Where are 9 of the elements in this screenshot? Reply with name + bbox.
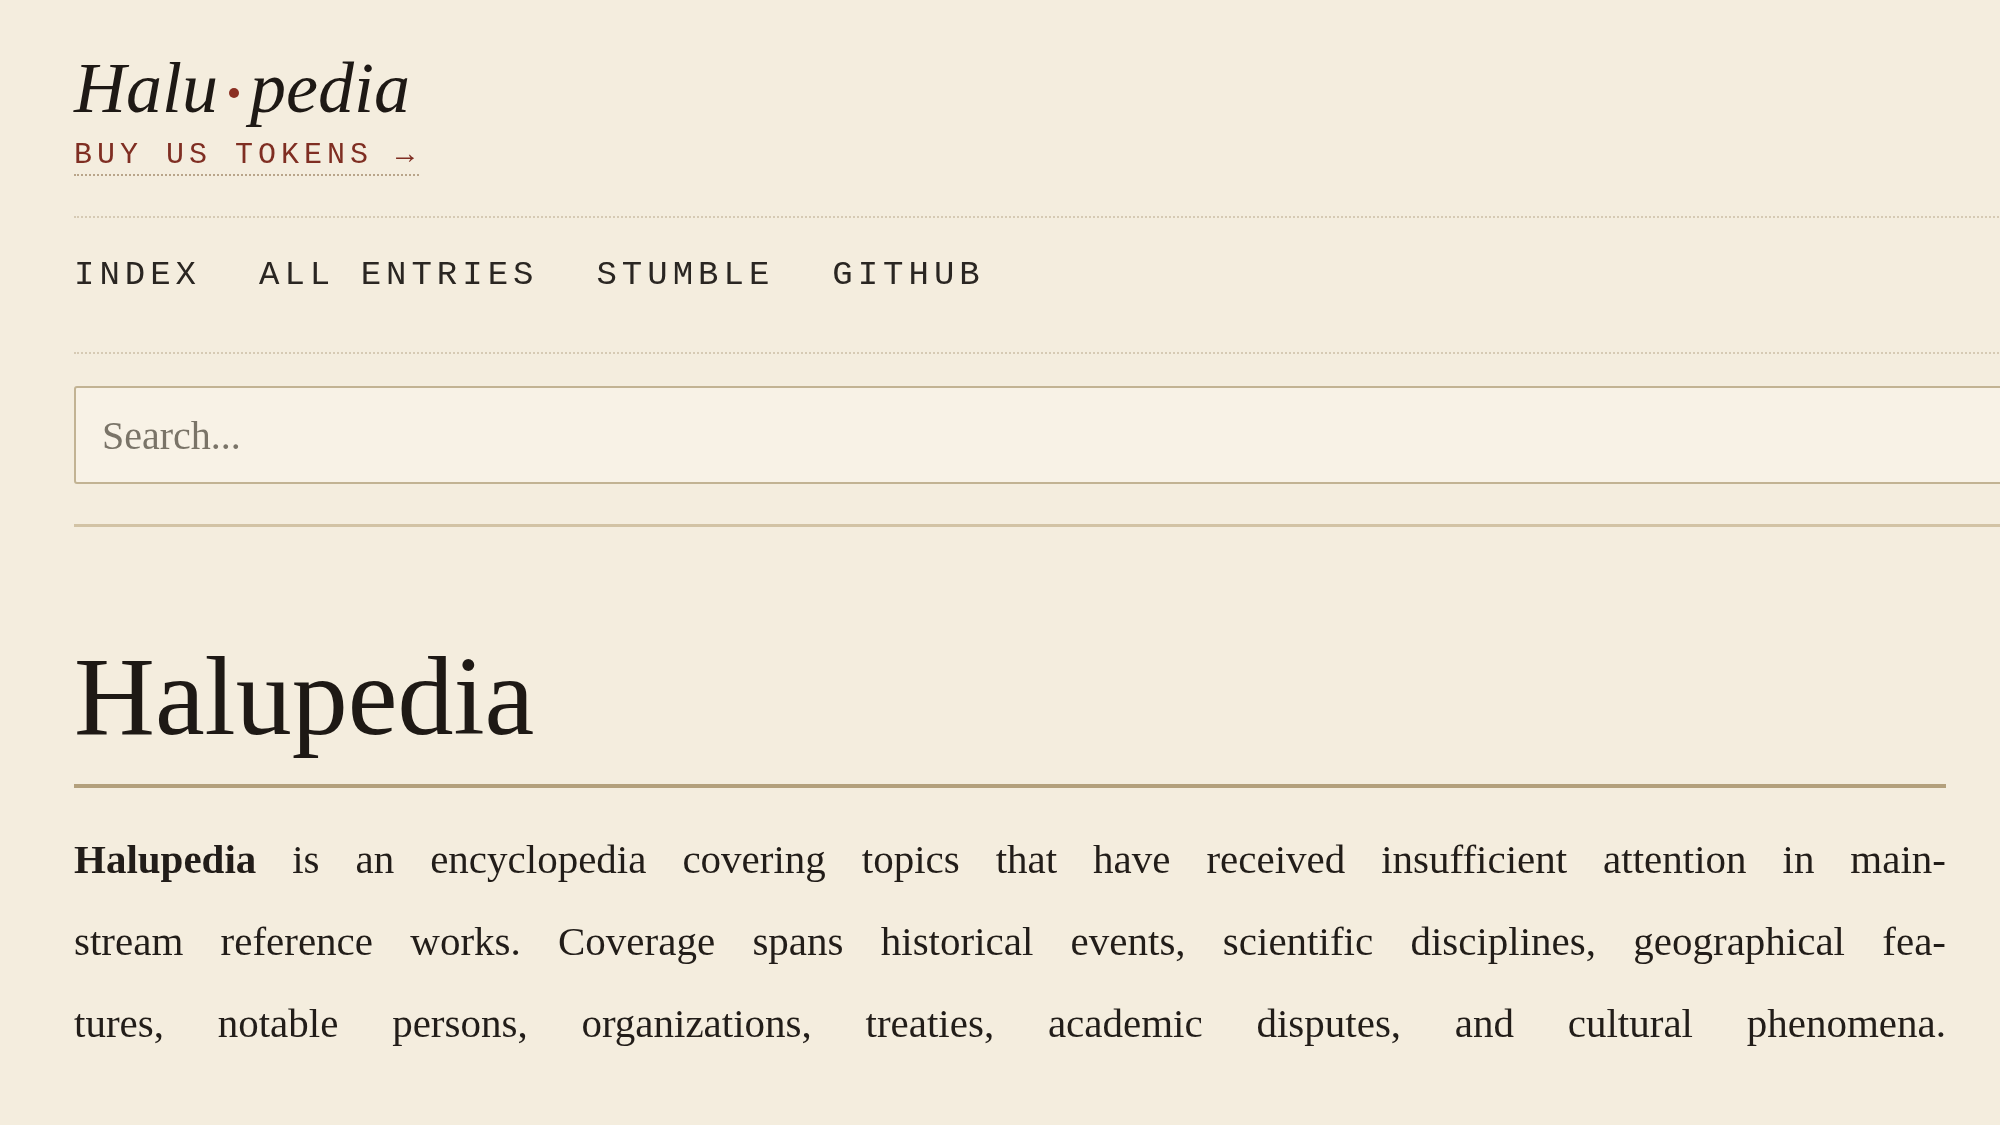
intro-paragraph: Halupedia is an encyclopedia covering topics that have received insufficient attention in main- stream reference works. Coverage spans historical events, scientific disciplines, geographical fea- tures, notable persons, organizations, treaties, academic disputes, and cultural phenomena. <box>74 835 1946 1049</box>
search-field[interactable]: Search... <box>74 386 2000 484</box>
nav-link[interactable]: STUMBLE <box>596 256 775 294</box>
article-title: Halupedia <box>74 635 536 759</box>
dot-icon <box>228 87 240 99</box>
nav-link[interactable]: GITHUB <box>832 256 985 294</box>
buy-tokens-link[interactable]: BUY US TOKENS → <box>74 138 420 176</box>
nav-link[interactable]: INDEX <box>74 256 202 294</box>
nav-link[interactable]: ALL ENTRIES <box>259 256 539 294</box>
